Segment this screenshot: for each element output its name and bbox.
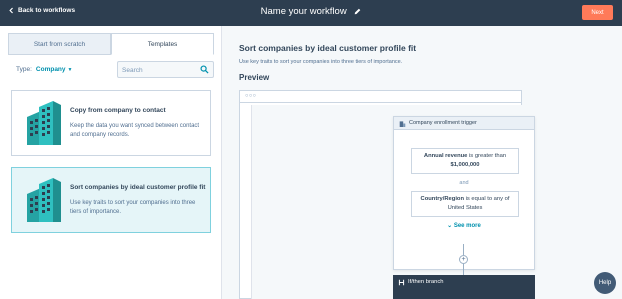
trigger-header-label: Company enrollment trigger: [409, 120, 477, 126]
if-then-branch-card[interactable]: If/then branch: [393, 275, 535, 299]
template-card-copy-company[interactable]: Copy from company to contact Keep the da…: [11, 90, 211, 156]
trigger-condition-country: Country/Region is equal to any of United…: [411, 191, 519, 217]
trigger-condition-revenue: Annual revenue is greater than $1,000,00…: [411, 148, 519, 174]
type-dropdown-value: Company: [35, 66, 66, 73]
detail-title: Sort companies by ideal customer profile…: [239, 43, 417, 53]
workflow-name-text: Name your workflow: [260, 6, 347, 17]
caret-down-icon: ▼: [67, 67, 73, 73]
pencil-icon[interactable]: [354, 8, 361, 15]
type-label: Type:: [16, 66, 32, 73]
template-picker-panel: Start from scratch Templates Type: Compa…: [0, 26, 222, 299]
condition-value: United States: [447, 205, 483, 211]
buildings-icon: [27, 178, 61, 222]
connector-line: [463, 264, 464, 275]
branch-icon: [398, 279, 405, 286]
next-button[interactable]: Next: [582, 5, 613, 20]
condition-property: Country/Region: [420, 196, 465, 202]
branch-label: If/then branch: [408, 279, 444, 285]
card-title: Copy from company to contact: [70, 107, 166, 114]
buildings-icon: [27, 101, 61, 145]
chevron-down-icon: ⌄: [447, 223, 454, 229]
condition-property: Annual revenue: [423, 153, 468, 159]
detail-description: Use key traits to sort your companies in…: [239, 59, 403, 65]
window-dots-icon: ○○○: [240, 91, 521, 103]
condition-operator: is equal to any of: [464, 196, 510, 202]
card-description: Keep the data you want synced between co…: [70, 123, 200, 138]
condition-operator: is greater than: [467, 153, 507, 159]
template-tabs: Start from scratch Templates: [8, 33, 214, 55]
enrollment-trigger-card[interactable]: Company enrollment trigger Annual revenu…: [393, 116, 535, 270]
add-action-plus-icon[interactable]: +: [459, 255, 468, 264]
help-button[interactable]: Help: [594, 272, 616, 294]
and-separator: and: [459, 180, 469, 186]
tab-templates[interactable]: Templates: [111, 33, 214, 55]
card-description: Use key traits to sort your companies in…: [70, 200, 196, 215]
trigger-header: Company enrollment trigger: [394, 117, 534, 130]
type-filter: Type: Company ▼: [16, 66, 72, 73]
type-dropdown[interactable]: Company ▼: [36, 66, 73, 73]
preview-heading: Preview: [239, 73, 270, 82]
connector-line: [463, 244, 464, 255]
top-bar: Back to workflows Name your workflow Nex…: [0, 0, 622, 26]
condition-value: $1,000,000: [450, 162, 480, 168]
card-title: Sort companies by ideal customer profile…: [70, 184, 206, 191]
search-icon[interactable]: [200, 65, 209, 74]
see-more-label: See more: [453, 223, 481, 229]
see-more-link[interactable]: ⌄ See more: [394, 222, 534, 229]
building-icon: [399, 120, 406, 127]
search-input[interactable]: [122, 64, 202, 76]
workflow-name[interactable]: Name your workflow: [0, 6, 622, 17]
tab-start-from-scratch[interactable]: Start from scratch: [8, 33, 111, 55]
template-card-sort-companies[interactable]: Sort companies by ideal customer profile…: [11, 167, 211, 233]
search-box: [117, 61, 214, 78]
